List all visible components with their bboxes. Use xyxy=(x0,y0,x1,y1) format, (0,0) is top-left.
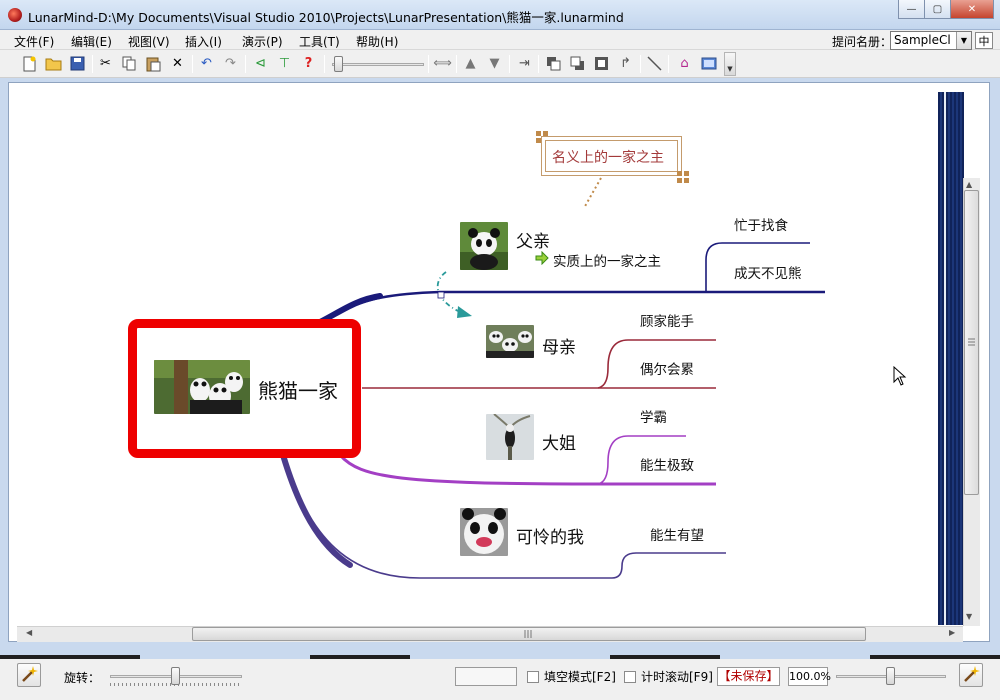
panda-family-photo xyxy=(154,360,250,414)
open-folder-icon[interactable] xyxy=(45,55,62,72)
add-child-icon[interactable]: ⊤ xyxy=(276,55,293,72)
branch-sister-label[interactable]: 大姐 xyxy=(542,429,576,454)
undo-icon[interactable]: ↶ xyxy=(198,55,215,72)
zoom-slider-thumb[interactable] xyxy=(886,667,895,685)
paste-icon[interactable] xyxy=(145,55,162,72)
mother-panda-photo xyxy=(486,325,534,358)
presentation-slider-band xyxy=(938,92,964,625)
magic-wand-button-right[interactable] xyxy=(959,663,983,687)
mouse-cursor-icon xyxy=(893,366,907,386)
app-logo-icon xyxy=(8,8,22,22)
resize-handle[interactable] xyxy=(684,178,689,183)
leaf-top-student[interactable]: 学霸 xyxy=(640,406,667,426)
vertical-scroll-thumb[interactable] xyxy=(964,190,979,495)
slider-thumb[interactable] xyxy=(334,56,343,72)
magic-wand-button[interactable] xyxy=(17,663,41,687)
prompt-roster-select[interactable]: SampleCl ▼ xyxy=(890,31,972,50)
branch-me-label[interactable]: 可怜的我 xyxy=(516,523,584,548)
resize-handle[interactable] xyxy=(543,131,548,136)
redo-icon[interactable]: ↷ xyxy=(222,55,239,72)
language-icon[interactable]: 中 xyxy=(975,32,993,49)
menu-help[interactable]: 帮助(H) xyxy=(356,33,398,50)
menu-insert[interactable]: 插入(I) xyxy=(185,33,222,50)
me-panda-photo xyxy=(460,508,508,556)
prompt-roster-value: SampleCl xyxy=(894,33,951,47)
father-panda-photo xyxy=(460,222,508,270)
cut-icon[interactable]: ✂ xyxy=(97,55,114,72)
horizontal-scroll-thumb[interactable] xyxy=(192,627,866,641)
leaf-hope-to-live[interactable]: 能生有望 xyxy=(650,524,704,544)
menu-view[interactable]: 视图(V) xyxy=(128,33,170,50)
rotate-label: 旋转： xyxy=(64,671,101,685)
copy-icon[interactable] xyxy=(121,55,138,72)
rotate-slider-thumb[interactable] xyxy=(171,667,180,685)
toolbar-zoom-slider[interactable] xyxy=(332,56,424,72)
move-up-icon[interactable]: ▲ xyxy=(462,55,479,72)
branch-mother-label[interactable]: 母亲 xyxy=(542,333,576,358)
resize-handle[interactable] xyxy=(536,131,541,136)
prompt-roster-label: 提问名册： xyxy=(832,35,893,49)
hollow-mode-checkbox[interactable]: 填空模式[F2] xyxy=(527,668,616,685)
toolbar: ✂ ✕ ↶ ↷ ⊲ ⊤ ? ⟺ ▲ ▼ ⇥ ↱ ⌂ xyxy=(0,50,1000,78)
menu-tools[interactable]: 工具(T) xyxy=(299,33,340,50)
chevron-down-icon[interactable]: ▼ xyxy=(956,32,971,49)
add-sibling-icon[interactable]: ⊲ xyxy=(252,55,269,72)
maximize-button[interactable]: ▢ xyxy=(924,0,951,19)
menu-present[interactable]: 演示(P) xyxy=(242,33,283,50)
window-title: LunarMind-D:\My Documents\Visual Studio … xyxy=(28,10,624,25)
svg-text:中: 中 xyxy=(979,35,990,48)
sister-panda-photo xyxy=(486,414,534,460)
help-icon[interactable]: ? xyxy=(300,55,317,72)
leaf-bear-extreme[interactable]: 能生极致 xyxy=(640,454,694,474)
scroll-right-icon[interactable]: ▶ xyxy=(949,628,955,637)
toolbar-overflow-button[interactable]: ▼ xyxy=(724,52,736,76)
scroll-down-icon[interactable]: ▼ xyxy=(966,612,972,621)
expand-horizontal-icon[interactable]: ⟺ xyxy=(433,55,452,72)
title-bar: LunarMind-D:\My Documents\Visual Studio … xyxy=(0,0,1000,30)
father-note: 实质上的一家之主 xyxy=(553,254,661,270)
close-button[interactable]: ✕ xyxy=(950,0,994,19)
jump-icon[interactable]: ⇥ xyxy=(516,55,533,72)
callout-text: 名义上的一家之主 xyxy=(552,150,664,166)
rotate-icon[interactable]: ↱ xyxy=(617,55,634,72)
root-node-label: 熊猫一家 xyxy=(258,379,338,403)
leaf-never-seen[interactable]: 成天不见熊 xyxy=(734,262,802,282)
leaf-tired-sometimes[interactable]: 偶尔会累 xyxy=(640,358,694,378)
frame-icon[interactable] xyxy=(593,55,610,72)
resize-handle[interactable] xyxy=(684,171,689,176)
line-icon[interactable] xyxy=(646,55,663,72)
new-file-icon[interactable] xyxy=(21,55,38,72)
leaf-busy-finding-food[interactable]: 忙于找食 xyxy=(734,214,788,234)
menu-bar: 文件(F) 编辑(E) 视图(V) 插入(I) 演示(P) 工具(T) 帮助(H… xyxy=(0,30,1000,50)
zoom-readout: 100.0% xyxy=(788,667,831,686)
magic-wand-icon xyxy=(964,666,980,682)
menu-file[interactable]: 文件(F) xyxy=(14,33,54,50)
status-input-box[interactable] xyxy=(455,667,517,686)
branch-father-label[interactable]: 父亲 xyxy=(516,227,550,252)
magic-wand-icon xyxy=(22,666,38,682)
save-icon[interactable] xyxy=(69,55,86,72)
minimize-button[interactable]: — xyxy=(898,0,925,19)
move-down-icon[interactable]: ▼ xyxy=(486,55,503,72)
timed-scroll-checkbox[interactable]: 计时滚动[F9] xyxy=(624,668,713,685)
unsaved-badge: 【未保存】 xyxy=(717,667,780,686)
window-controls: — ▢ ✕ xyxy=(898,0,994,20)
scroll-up-icon[interactable]: ▲ xyxy=(966,180,972,189)
resize-handle[interactable] xyxy=(677,178,682,183)
delete-icon[interactable]: ✕ xyxy=(169,55,186,72)
presentation-icon[interactable] xyxy=(700,55,717,72)
scroll-left-icon[interactable]: ◀ xyxy=(26,628,32,637)
resize-handle[interactable] xyxy=(536,138,541,143)
bring-front-icon[interactable] xyxy=(545,55,562,72)
send-back-icon[interactable] xyxy=(569,55,586,72)
zoom-slider[interactable] xyxy=(836,667,946,689)
leaf-home-expert[interactable]: 顾家能手 xyxy=(640,310,694,330)
rotate-slider[interactable] xyxy=(110,667,242,689)
menu-edit[interactable]: 编辑(E) xyxy=(71,33,112,50)
tag-icon[interactable]: ⌂ xyxy=(676,55,693,72)
arrow-right-icon xyxy=(535,251,549,265)
callout-note[interactable]: 名义上的一家之主 xyxy=(541,136,682,176)
resize-handle[interactable] xyxy=(677,171,682,176)
